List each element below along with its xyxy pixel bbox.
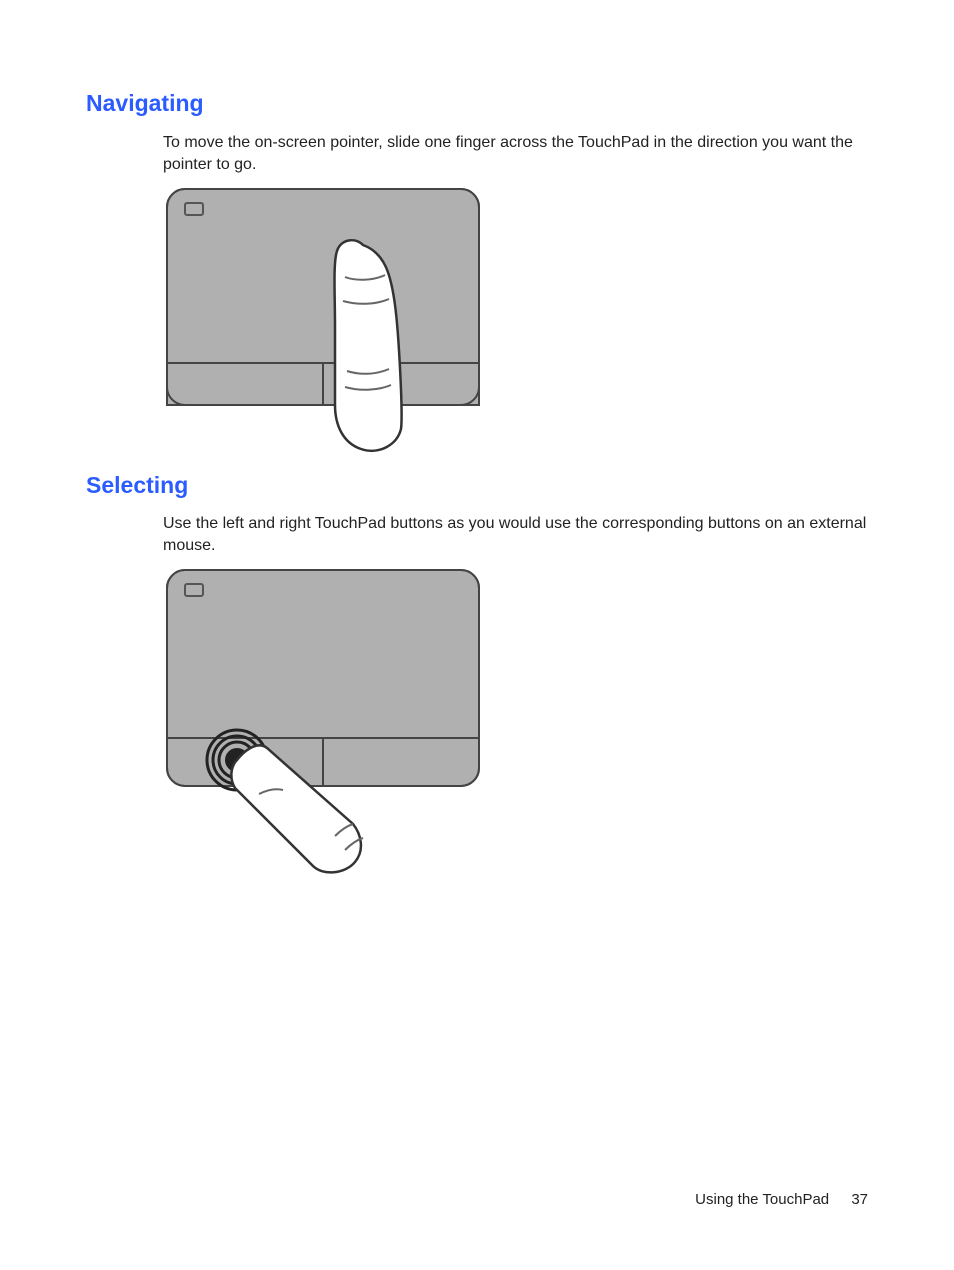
section-heading-navigating: Navigating (86, 90, 204, 117)
footer-page-number: 37 (851, 1191, 868, 1208)
touchpad-slide-icon (163, 185, 483, 455)
touchpad-click-icon (163, 566, 493, 876)
touchpad-selecting-illustration (163, 566, 493, 881)
section-heading-selecting: Selecting (86, 472, 188, 499)
footer-section-name: Using the TouchPad (695, 1191, 829, 1208)
section-body-navigating: To move the on-screen pointer, slide one… (163, 132, 873, 175)
page-footer: Using the TouchPad 37 (695, 1191, 868, 1208)
document-page: Navigating To move the on-screen pointer… (0, 0, 954, 1270)
touchpad-navigating-illustration (163, 185, 483, 460)
section-body-selecting: Use the left and right TouchPad buttons … (163, 513, 873, 556)
